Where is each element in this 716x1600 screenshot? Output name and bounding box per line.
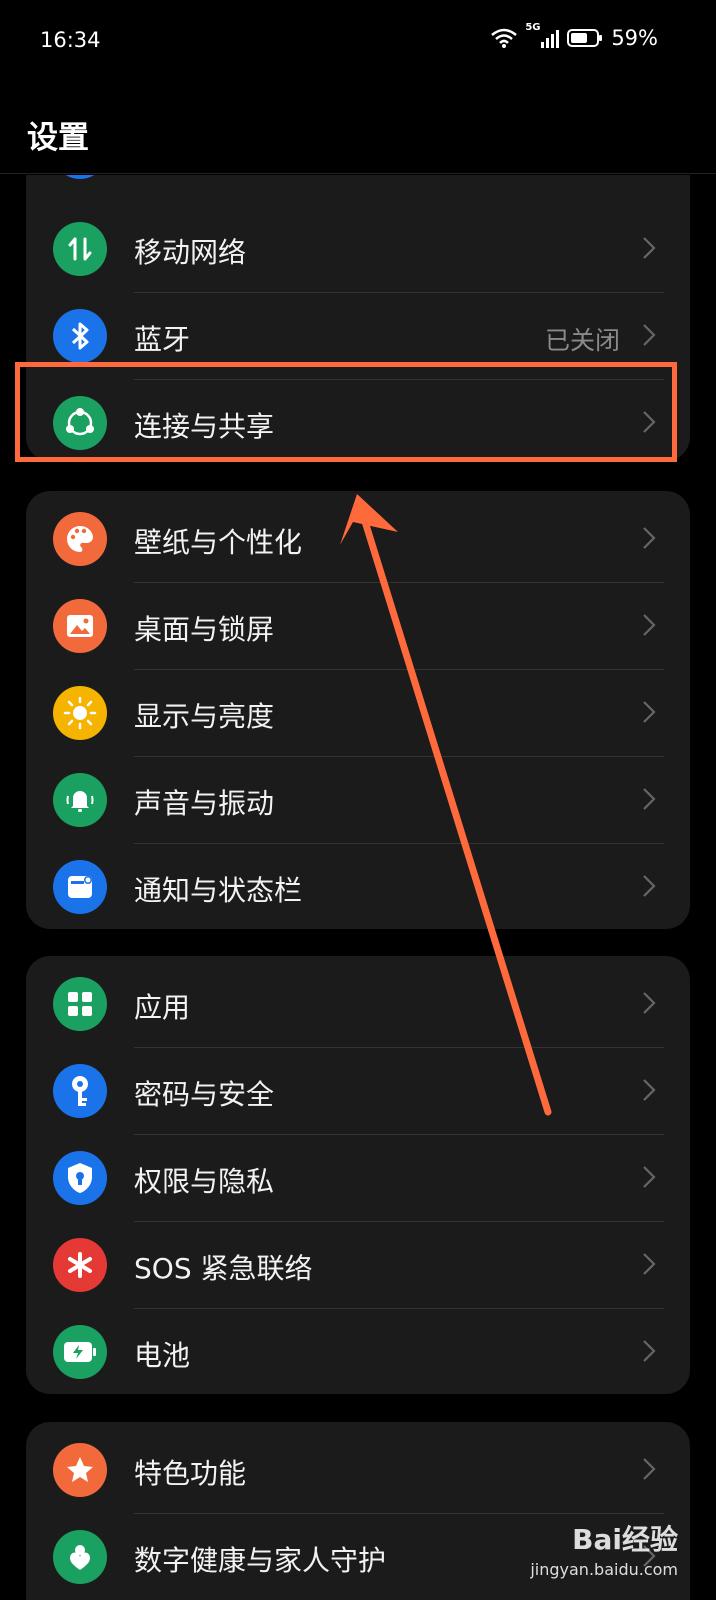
- palette-icon: [53, 512, 107, 566]
- settings-row-label: 蓝牙: [134, 323, 191, 356]
- chevron-right-icon: [643, 1253, 656, 1275]
- settings-row-bluetooth[interactable]: 蓝牙 已关闭: [26, 292, 690, 379]
- network-type: 5G: [525, 22, 541, 33]
- sun-icon: [53, 686, 107, 740]
- row-divider: [134, 1047, 664, 1048]
- mobile-data-icon: [53, 222, 107, 276]
- chevron-right-icon: [643, 1458, 656, 1480]
- chevron-right-icon: [643, 992, 656, 1014]
- settings-group-system: 应用 密码与安全 权限与隐私 SOS 紧急联络 电池: [26, 956, 690, 1394]
- settings-row-sos[interactable]: SOS 紧急联络: [26, 1221, 690, 1308]
- status-bar: 16:34 5G 59%: [0, 0, 716, 84]
- page-title: 设置: [27, 120, 89, 156]
- chevron-right-icon: [643, 324, 656, 346]
- picture-icon: [53, 599, 107, 653]
- settings-row-label: 应用: [134, 991, 191, 1024]
- shield-lock-icon: [53, 1151, 107, 1205]
- share-connection-icon: [53, 396, 107, 450]
- row-divider: [134, 843, 664, 844]
- battery-status-icon: [567, 29, 603, 47]
- settings-row-connection-sharing[interactable]: 连接与共享: [26, 379, 690, 461]
- chevron-right-icon: [643, 1079, 656, 1101]
- status-time: 16:34: [40, 28, 101, 52]
- watermark-brand: Bai经验: [572, 1523, 678, 1556]
- settings-row-label: 移动网络: [134, 236, 247, 269]
- settings-row-mobile-network[interactable]: 移动网络: [26, 205, 690, 292]
- settings-row-apps[interactable]: 应用: [26, 960, 690, 1047]
- row-divider: [134, 379, 664, 380]
- chevron-right-icon: [643, 1166, 656, 1188]
- bluetooth-status: 已关闭: [544, 326, 620, 355]
- baidu-jingyan-watermark: Bai经验 jingyan.baidu.com: [530, 1512, 678, 1592]
- settings-row-label: 特色功能: [134, 1457, 247, 1490]
- settings-row-label: 密码与安全: [134, 1078, 275, 1111]
- settings-list[interactable]: 移动网络 蓝牙 已关闭 连接与共享 壁纸与个性化 桌面与锁屏 显示与亮度 声音与…: [0, 175, 716, 1600]
- wellbeing-icon: [53, 1530, 107, 1584]
- key-icon: [53, 1064, 107, 1118]
- chevron-right-icon: [643, 237, 656, 259]
- sos-asterisk-icon: [53, 1238, 107, 1292]
- settings-row-label: SOS 紧急联络: [134, 1252, 313, 1285]
- row-divider: [134, 1134, 664, 1135]
- settings-row-desktop-lockscreen[interactable]: 桌面与锁屏: [26, 582, 690, 669]
- settings-row-label: 权限与隐私: [134, 1165, 275, 1198]
- settings-row-label: 显示与亮度: [134, 700, 275, 733]
- settings-row-label: 数字健康与家人守护: [134, 1544, 387, 1577]
- chevron-right-icon: [643, 614, 656, 636]
- watermark-url: jingyan.baidu.com: [530, 1560, 678, 1579]
- notification-icon: [53, 860, 107, 914]
- row-divider: [134, 1221, 664, 1222]
- settings-row-privacy[interactable]: 权限与隐私: [26, 1134, 690, 1221]
- apps-grid-icon: [53, 977, 107, 1031]
- row-divider: [134, 669, 664, 670]
- star-icon: [53, 1443, 107, 1497]
- settings-row-sound-vibration[interactable]: 声音与振动: [26, 756, 690, 843]
- battery-percent: 59%: [611, 26, 658, 50]
- settings-row-notifications[interactable]: 通知与状态栏: [26, 843, 690, 929]
- row-divider: [134, 582, 664, 583]
- settings-row-features[interactable]: 特色功能: [26, 1426, 690, 1513]
- battery-icon: [53, 1325, 107, 1379]
- settings-group-personalization: 壁纸与个性化 桌面与锁屏 显示与亮度 声音与振动 通知与状态栏: [26, 491, 690, 929]
- settings-row-label: 通知与状态栏: [134, 874, 303, 907]
- wifi-icon: [491, 28, 518, 48]
- signal-icon: 5G: [525, 22, 560, 48]
- chevron-right-icon: [643, 788, 656, 810]
- chevron-right-icon: [643, 411, 656, 433]
- settings-row-label: 声音与振动: [134, 787, 275, 820]
- row-divider: [134, 756, 664, 757]
- bell-icon: [53, 773, 107, 827]
- settings-row-label: 桌面与锁屏: [134, 613, 275, 646]
- chevron-right-icon: [643, 701, 656, 723]
- settings-row-label: 连接与共享: [134, 410, 275, 443]
- settings-row-password-security[interactable]: 密码与安全: [26, 1047, 690, 1134]
- row-divider: [134, 292, 664, 293]
- settings-row-label: 电池: [134, 1339, 191, 1372]
- settings-row-display-brightness[interactable]: 显示与亮度: [26, 669, 690, 756]
- chevron-right-icon: [643, 875, 656, 897]
- chevron-right-icon: [643, 1340, 656, 1362]
- settings-row-label: 壁纸与个性化: [134, 526, 303, 559]
- wlan-icon-partial: [53, 175, 107, 179]
- settings-row-wallpaper[interactable]: 壁纸与个性化: [26, 495, 690, 582]
- settings-row-battery[interactable]: 电池: [26, 1308, 690, 1394]
- chevron-right-icon: [643, 527, 656, 549]
- settings-group-connectivity: 移动网络 蓝牙 已关闭 连接与共享: [26, 175, 690, 461]
- header-divider: [0, 173, 716, 174]
- bluetooth-icon: [53, 309, 107, 363]
- status-icons: 5G 59%: [491, 22, 658, 50]
- row-divider: [134, 1308, 664, 1309]
